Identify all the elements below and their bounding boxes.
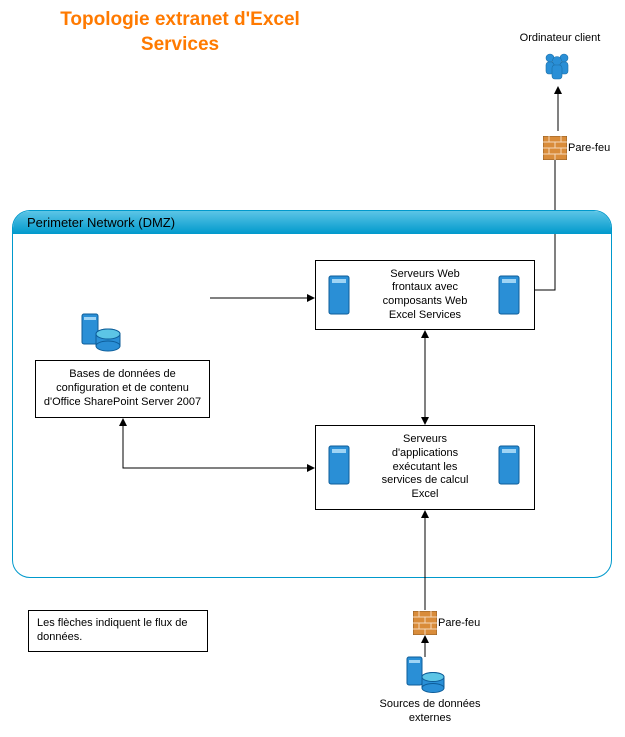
arrow-db-app: [115, 418, 315, 483]
db-box: Bases de données de configuration et de …: [35, 360, 210, 418]
db-box-label: Bases de données de configuration et de …: [42, 368, 203, 409]
web-server-right-icon: [498, 275, 520, 320]
arrow-web-app: [419, 330, 431, 430]
legend-box: Les flèches indiquent le flux de données…: [28, 610, 208, 652]
app-box-label: Serveurs d'applications exécutant les se…: [378, 433, 473, 502]
client-icon: [540, 50, 574, 89]
connector-db-right: [130, 295, 212, 313]
legend-text: Les flèches indiquent le flux de données…: [37, 617, 199, 645]
dmz-header: Perimeter Network (DMZ): [13, 211, 611, 234]
ext-src-label: Sources de données externes: [375, 698, 485, 726]
firewall-label-top: Pare-feu: [568, 142, 610, 156]
title-line1: Topologie extranet d'Excel: [60, 9, 300, 30]
app-server-left-icon: [328, 445, 350, 490]
page-title: Topologie extranet d'Excel Services: [30, 8, 330, 57]
client-label: Ordinateur client: [510, 32, 610, 46]
db-server-icon: [80, 310, 124, 359]
title-line2: Services: [141, 34, 219, 55]
app-server-right-icon: [498, 445, 520, 490]
arrow-firewall-app: [419, 510, 431, 615]
ext-src-icon: [405, 655, 449, 702]
web-server-left-icon: [328, 275, 350, 320]
arrow-db-web: [210, 290, 315, 308]
web-box-label: Serveurs Web frontaux avec composants We…: [378, 268, 473, 323]
firewall-label-bottom: Pare-feu: [438, 617, 480, 631]
arrow-client-firewall: [553, 86, 563, 141]
